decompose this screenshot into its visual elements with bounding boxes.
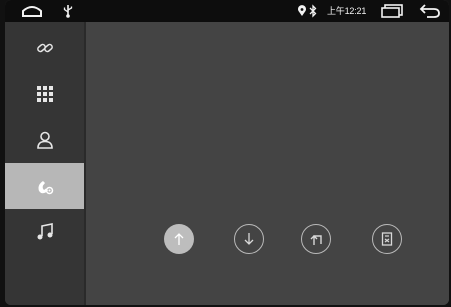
upload-button[interactable] (164, 224, 194, 254)
sidebar-item-link[interactable] (5, 25, 84, 71)
location-icon (298, 5, 306, 16)
download-button[interactable] (234, 224, 264, 254)
usb-icon (63, 5, 73, 18)
sidebar-item-contacts[interactable] (5, 117, 84, 163)
back-icon[interactable] (419, 3, 441, 19)
phone-settings-icon (38, 181, 53, 195)
bluetooth-screen: 上午12:21 (5, 0, 449, 305)
status-bar: 上午12:21 (5, 0, 449, 22)
dialpad-icon (36, 86, 53, 102)
contact-icon (36, 131, 53, 149)
home-icon[interactable] (21, 4, 43, 18)
sidebar-item-dialpad[interactable] (5, 71, 84, 117)
sidebar (5, 22, 84, 305)
return-icon (310, 235, 322, 245)
sidebar-item-phone-settings[interactable] (5, 163, 84, 209)
return-button[interactable] (301, 224, 331, 254)
delete-button[interactable] (372, 224, 402, 254)
main-content (86, 22, 449, 305)
sidebar-item-music[interactable] (5, 209, 84, 255)
upload-icon (174, 233, 184, 245)
delete-icon (381, 232, 393, 246)
status-time: 上午12:21 (327, 6, 367, 16)
music-icon (37, 223, 53, 240)
bluetooth-icon (309, 4, 317, 18)
link-icon (36, 43, 53, 53)
download-icon (244, 233, 254, 245)
recent-windows-icon[interactable] (380, 4, 404, 18)
